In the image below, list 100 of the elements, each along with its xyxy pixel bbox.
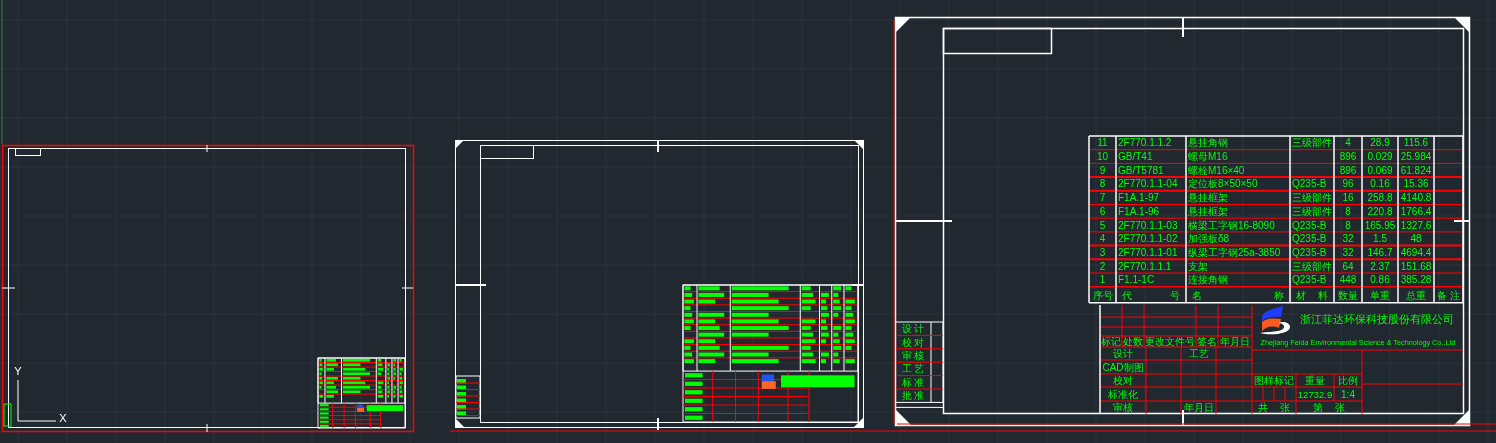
table-cell: 448 — [1339, 274, 1357, 286]
title-block-field: 共 张 — [1257, 402, 1291, 413]
table-cell: 三级部件 — [1292, 205, 1332, 217]
title-block-field: 比例 — [1338, 375, 1358, 386]
company-name: 浙江菲达环保科技股份有限公司 — [1300, 313, 1454, 325]
table-cell: Q235-B — [1292, 219, 1327, 231]
table-cell: 4 — [1345, 137, 1351, 149]
table-cell: 1.5 — [1373, 233, 1387, 245]
table-cell: 横梁工字钢16-8090 — [1188, 219, 1275, 231]
title-block-field: 工艺 — [1188, 348, 1209, 359]
axis-label: X — [59, 412, 67, 424]
column-header: 序号 — [1092, 290, 1113, 302]
table-cell: GB/T5781 — [1118, 164, 1164, 176]
table-cell: 146.7 — [1367, 246, 1393, 258]
approval-label: 审 核 — [901, 350, 925, 361]
table-cell: 16 — [1342, 192, 1354, 204]
revision-label: 更改文件号 — [1145, 336, 1195, 347]
column-header: 数量 — [1338, 290, 1358, 302]
table-cell: 三级部件 — [1292, 260, 1332, 272]
table-cell: 32 — [1342, 233, 1354, 245]
table-cell: 9 — [1099, 164, 1106, 176]
table-cell: 支架 — [1188, 260, 1208, 272]
title-block-field: 图样标记 — [1254, 375, 1294, 386]
table-cell: 258.8 — [1367, 192, 1393, 204]
table-cell: GB/T41 — [1118, 151, 1153, 163]
table-cell: 悬挂角钢 — [1188, 137, 1228, 149]
table-cell: 2F770.1.1-03 — [1118, 219, 1178, 231]
title-block-field: 年月日 — [1183, 402, 1214, 413]
table-cell: 螺栓M16×40 — [1188, 164, 1245, 176]
table-cell: 151.68 — [1400, 260, 1432, 272]
column-header: 总重 — [1406, 290, 1426, 302]
table-cell: 2F770.1.1-04 — [1118, 178, 1178, 190]
table-cell: 2 — [1099, 260, 1106, 272]
table-cell: 8 — [1099, 178, 1106, 190]
table-cell: 3 — [1099, 246, 1106, 258]
title-block-field: 1:4 — [1341, 388, 1355, 400]
table-cell: 6 — [1099, 205, 1106, 217]
table-cell: 2F770.1.1.1 — [1118, 260, 1172, 272]
column-header: 名 称 — [1191, 290, 1285, 302]
table-cell: 2.37 — [1370, 260, 1390, 272]
table-cell: 385.28 — [1400, 274, 1432, 286]
table-cell: 7 — [1099, 192, 1106, 204]
title-block-field: 标准化 — [1108, 388, 1138, 400]
title-block-field: 第 张 — [1312, 402, 1346, 413]
table-cell: 4140.8 — [1400, 192, 1432, 204]
table-cell: 10 — [1096, 151, 1109, 163]
title-block-field: CAD制图 — [1102, 361, 1144, 373]
approval-label: 校 对 — [901, 336, 925, 348]
column-header: 单重 — [1370, 290, 1390, 302]
axis-label: Y — [14, 365, 22, 377]
title-block-field: 设计 — [1113, 348, 1133, 359]
table-cell: 1 — [1099, 274, 1106, 286]
table-cell: 1327.6 — [1400, 219, 1432, 231]
table-cell: 三级部件 — [1292, 192, 1332, 204]
table-cell: 896 — [1339, 151, 1357, 163]
table-cell: 连接角钢 — [1188, 274, 1228, 286]
ucs-axis-icon — [17, 379, 57, 422]
approval-label: 标 准 — [901, 376, 925, 388]
title-block-field: 审核 — [1113, 402, 1133, 413]
revision-label: 处数 — [1123, 336, 1143, 347]
table-cell: 加强板δ8 — [1188, 233, 1230, 245]
title-block-field: 校对 — [1113, 375, 1133, 386]
table-cell: 三级部件 — [1292, 137, 1332, 149]
table-cell: 8 — [1345, 219, 1351, 231]
revision-label: 年月日 — [1220, 336, 1250, 347]
table-cell: 纵梁工字钢25a-3850 — [1188, 246, 1281, 258]
table-cell: 定位板8×50×50 — [1188, 178, 1258, 190]
table-cell: 61.824 — [1400, 164, 1432, 176]
title-block-field: 重量 — [1305, 375, 1325, 386]
table-cell: 悬挂框架 — [1188, 192, 1228, 204]
table-cell: 0.069 — [1367, 164, 1393, 176]
table-cell: 96 — [1342, 178, 1354, 190]
table-cell: 64 — [1342, 260, 1354, 272]
table-cell: 165.95 — [1364, 219, 1396, 231]
column-header: 材 料 — [1295, 290, 1329, 302]
table-cell: 0.16 — [1370, 178, 1390, 190]
table-cell: 螺母M16 — [1188, 151, 1228, 163]
approval-label: 设 计 — [901, 323, 925, 335]
table-cell: 115.6 — [1403, 137, 1429, 149]
table-cell: Q235-B — [1292, 274, 1327, 286]
table-cell: 2F770.1.1-02 — [1118, 233, 1178, 245]
table-cell: 220.8 — [1367, 205, 1393, 217]
company-logo-icon — [1260, 306, 1290, 335]
table-cell: 48 — [1410, 233, 1422, 245]
table-cell: 2F770.1.1.2 — [1118, 137, 1172, 149]
table-cell: Q235-B — [1292, 233, 1327, 245]
table-cell: 1766.4 — [1400, 205, 1432, 217]
table-cell: 896 — [1339, 164, 1357, 176]
approval-label: 批 准 — [901, 390, 925, 402]
table-cell: 4 — [1099, 233, 1106, 245]
table-cell: 25.984 — [1400, 151, 1432, 163]
column-header: 代 号 — [1121, 290, 1181, 302]
approval-label: 工 艺 — [901, 363, 925, 375]
table-cell: 0.86 — [1370, 274, 1390, 286]
revision-label: 签名 — [1197, 336, 1217, 347]
column-header: 备 注 — [1437, 290, 1460, 302]
table-cell: 4694.4 — [1400, 246, 1432, 258]
table-cell: Q235-B — [1292, 246, 1327, 258]
title-block-field: 12732.9 — [1297, 388, 1333, 400]
table-cell: 11 — [1097, 137, 1108, 149]
